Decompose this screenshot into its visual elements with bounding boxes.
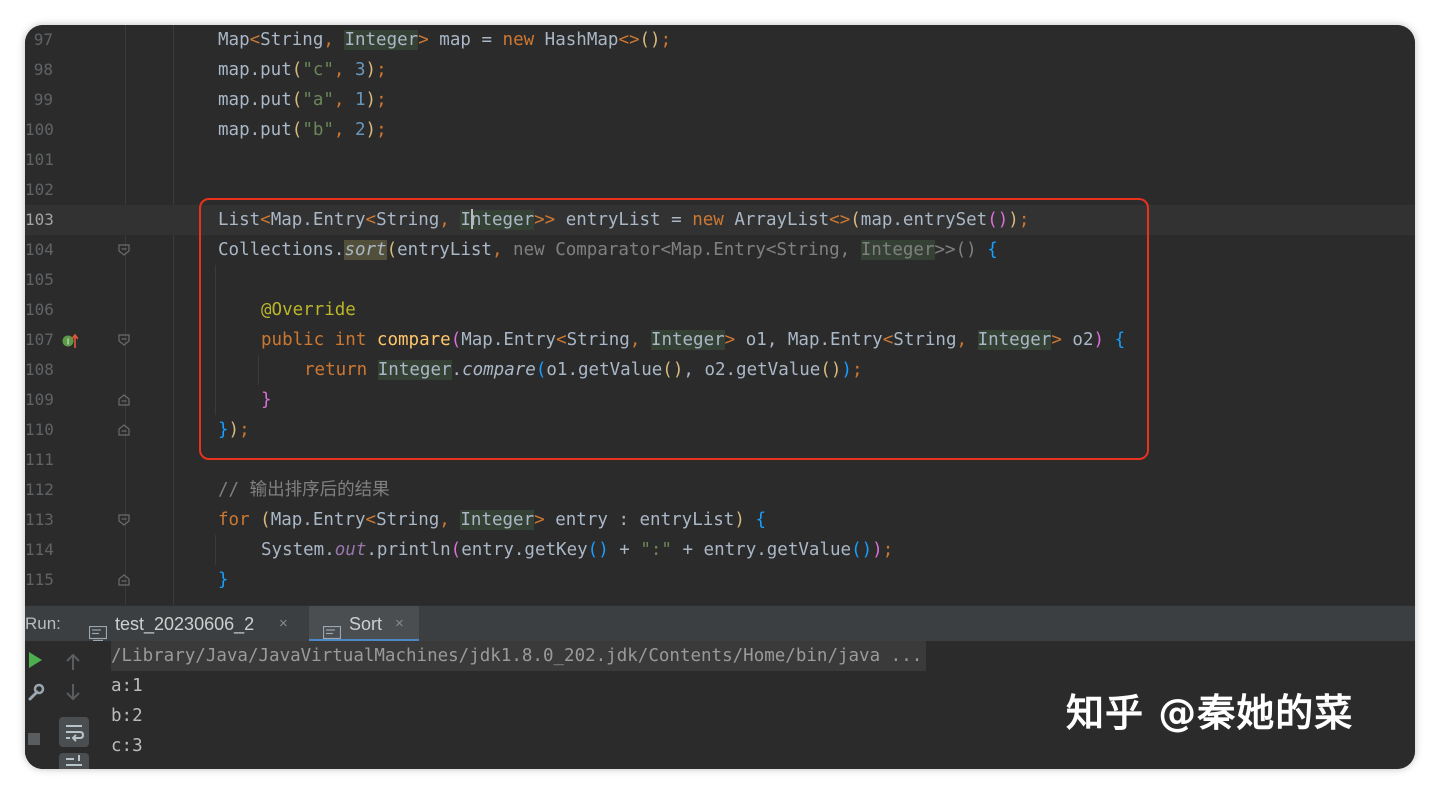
ide-window: 97 Map<String, Integer> map = new HashMa… [25, 25, 1415, 769]
code-line[interactable]: 109 } [25, 385, 1415, 415]
tab-sort[interactable]: Sort × [309, 606, 419, 642]
line-number: 98 [33, 60, 53, 79]
code-text: Map<String, Integer> map = new HashMap<>… [218, 30, 672, 50]
line-number: 103 [25, 210, 54, 229]
code-text: } [218, 570, 229, 590]
line-number: 104 [25, 240, 54, 259]
line-number: 108 [25, 360, 54, 379]
console-output[interactable]: /Library/Java/JavaVirtualMachines/jdk1.8… [111, 641, 927, 761]
code-text: } [261, 390, 272, 410]
code-line[interactable]: 113 for (Map.Entry<String, Integer> entr… [25, 505, 1415, 535]
fold-end-icon[interactable] [118, 574, 130, 586]
code-text: map.put("a", 1); [218, 90, 387, 110]
code-text: public int compare(Map.Entry<String, Int… [261, 330, 1126, 350]
code-text: List<Map.Entry<String, Integer>> entryLi… [218, 209, 1030, 230]
console-line: b:2 [111, 706, 143, 726]
fold-end-icon[interactable] [118, 424, 130, 436]
code-line[interactable]: 108 return Integer.compare(o1.getValue()… [25, 355, 1415, 385]
tab-test-20230606-2[interactable]: test_20230606_2 × [88, 606, 305, 642]
code-line[interactable]: 106 @Override [25, 295, 1415, 325]
override-method-icon[interactable]: I [62, 333, 79, 353]
line-number: 113 [25, 510, 54, 529]
arrow-down-icon[interactable] [65, 683, 81, 705]
arrow-up-icon[interactable] [65, 653, 81, 675]
fold-icon[interactable] [118, 514, 130, 526]
code-line[interactable]: 105 [25, 265, 1415, 295]
tab-label: test_20230606_2 [115, 614, 255, 634]
code-text: map.put("c", 3); [218, 60, 387, 80]
rerun-button[interactable] [27, 651, 43, 673]
code-line[interactable]: 104 Collections.sort(entryList, new Comp… [25, 235, 1415, 265]
code-comment: // 输出排序后的结果 [218, 480, 390, 500]
line-number: 97 [33, 30, 53, 49]
wrench-icon[interactable] [27, 683, 45, 705]
code-line[interactable]: 100 map.put("b", 2); [25, 115, 1415, 145]
line-number: 114 [25, 540, 54, 559]
code-line[interactable]: 111 [25, 445, 1415, 475]
code-line[interactable]: 114 System.out.println(entry.getKey() + … [25, 535, 1415, 565]
svg-text:I: I [67, 338, 69, 347]
soft-wrap-button[interactable] [59, 717, 89, 747]
code-line-current[interactable]: 103 List<Map.Entry<String, Integer>> ent… [25, 205, 1415, 235]
close-icon[interactable]: × [395, 606, 404, 642]
console-command-line[interactable]: /Library/Java/JavaVirtualMachines/jdk1.8… [111, 641, 927, 671]
line-number: 107 [25, 330, 54, 349]
code-text: @Override [261, 300, 356, 320]
code-line[interactable]: 110 }); [25, 415, 1415, 445]
code-text: System.out.println(entry.getKey() + ":" … [261, 540, 894, 560]
code-line[interactable]: 99 map.put("a", 1); [25, 85, 1415, 115]
code-text: Collections.sort(entryList, new Comparat… [218, 240, 998, 260]
close-icon[interactable]: × [279, 606, 288, 642]
code-line[interactable]: 101 [25, 145, 1415, 175]
fold-icon[interactable] [118, 334, 130, 346]
watermark-text: 知乎 @秦她的菜 [1066, 691, 1354, 735]
run-toolbar: Run: test_20230606_2 × Sort × [25, 605, 1415, 642]
run-label: Run: [25, 614, 61, 633]
code-text: }); [218, 420, 250, 440]
console-line: a:1 [111, 676, 143, 696]
code-text: map.put("b", 2); [218, 120, 387, 140]
line-number: 111 [25, 450, 54, 469]
code-text: return Integer.compare(o1.getValue(), o2… [304, 360, 863, 380]
line-number: 110 [25, 420, 54, 439]
code-editor[interactable]: 97 Map<String, Integer> map = new HashMa… [25, 25, 1415, 605]
code-line[interactable]: 102 [25, 175, 1415, 205]
fold-end-icon[interactable] [118, 394, 130, 406]
code-line[interactable]: 98 map.put("c", 3); [25, 55, 1415, 85]
line-number: 109 [25, 390, 54, 409]
code-text: for (Map.Entry<String, Integer> entry : … [218, 510, 766, 530]
line-number: 115 [25, 570, 54, 589]
stop-button[interactable] [27, 731, 41, 750]
line-number: 99 [33, 90, 53, 109]
line-number: 102 [25, 180, 54, 199]
code-line[interactable]: 97 Map<String, Integer> map = new HashMa… [25, 25, 1415, 55]
code-line[interactable]: 112 // 输出排序后的结果 [25, 475, 1415, 505]
tab-label: Sort [349, 614, 383, 634]
console-line: c:3 [111, 736, 143, 756]
line-number: 112 [25, 480, 54, 499]
line-number: 100 [25, 120, 54, 139]
scroll-to-end-button[interactable] [59, 753, 89, 769]
console-toolbar [25, 641, 97, 769]
line-number: 101 [25, 150, 54, 169]
fold-icon[interactable] [118, 244, 130, 256]
line-number: 105 [25, 270, 54, 289]
line-number: 106 [25, 300, 54, 319]
code-line[interactable]: 107 I public int compare(Map.Entry<Strin… [25, 325, 1415, 355]
code-line[interactable]: 115 } [25, 565, 1415, 595]
